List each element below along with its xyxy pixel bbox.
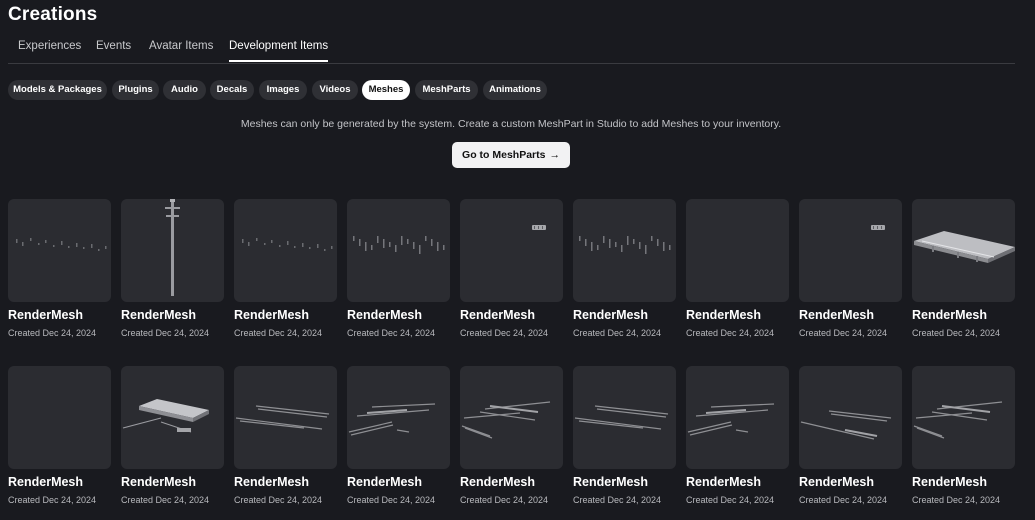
mesh-thumbnail [121,366,224,469]
mesh-created-date: Created Dec 24, 2024 [912,495,1001,505]
category-images[interactable]: Images [259,80,307,100]
mesh-created-date: Created Dec 24, 2024 [347,328,436,338]
mesh-name[interactable]: RenderMesh [799,475,902,489]
category-meshparts[interactable]: MeshParts [415,80,478,100]
meshes-notice: Meshes can only be generated by the syst… [240,118,782,130]
mesh-created-date: Created Dec 24, 2024 [8,328,97,338]
go-to-meshparts-label: Go to MeshParts [462,149,546,161]
mesh-card[interactable]: RenderMesh Created Dec 24, 2024 [8,199,111,338]
mesh-card[interactable]: RenderMesh Created Dec 24, 2024 [347,199,450,338]
category-meshes[interactable]: Meshes [362,80,410,100]
mesh-card[interactable]: RenderMesh Created Dec 24, 2024 [799,199,902,338]
mesh-created-date: Created Dec 24, 2024 [573,495,662,505]
category-models-packages[interactable]: Models & Packages [8,80,107,100]
mesh-card[interactable]: RenderMesh Created Dec 24, 2024 [912,366,1015,505]
mesh-card[interactable]: RenderMesh Created Dec 24, 2024 [460,366,563,505]
mesh-name[interactable]: RenderMesh [912,308,1015,322]
mesh-thumbnail [573,366,676,469]
category-plugins[interactable]: Plugins [112,80,159,100]
mesh-created-date: Created Dec 24, 2024 [121,495,210,505]
mesh-thumbnail [460,199,563,302]
mesh-name[interactable]: RenderMesh [347,308,450,322]
mesh-name[interactable]: RenderMesh [686,475,789,489]
mesh-name[interactable]: RenderMesh [460,308,563,322]
category-audio[interactable]: Audio [163,80,206,100]
mesh-thumbnail [8,199,111,302]
mesh-thumbnail [347,199,450,302]
mesh-thumbnail [8,366,111,469]
mesh-card[interactable]: RenderMesh Created Dec 24, 2024 [121,199,224,338]
mesh-created-date: Created Dec 24, 2024 [686,328,775,338]
mesh-card[interactable]: RenderMesh Created Dec 24, 2024 [234,366,337,505]
mesh-card[interactable]: RenderMesh Created Dec 24, 2024 [573,199,676,338]
tab-avatar-items[interactable]: Avatar Items [149,40,213,60]
mesh-name[interactable]: RenderMesh [121,475,224,489]
mesh-card[interactable]: RenderMesh Created Dec 24, 2024 [686,366,789,505]
mesh-thumbnail [912,199,1015,302]
mesh-card[interactable]: RenderMesh Created Dec 24, 2024 [460,199,563,338]
tab-experiences[interactable]: Experiences [18,40,81,60]
mesh-name[interactable]: RenderMesh [460,475,563,489]
mesh-card[interactable]: RenderMesh Created Dec 24, 2024 [8,366,111,505]
category-decals[interactable]: Decals [210,80,254,100]
mesh-card[interactable]: RenderMesh Created Dec 24, 2024 [121,366,224,505]
mesh-name[interactable]: RenderMesh [799,308,902,322]
mesh-created-date: Created Dec 24, 2024 [912,328,1001,338]
mesh-created-date: Created Dec 24, 2024 [460,495,549,505]
mesh-thumbnail [121,199,224,302]
mesh-thumbnail [799,366,902,469]
mesh-created-date: Created Dec 24, 2024 [234,328,323,338]
category-videos[interactable]: Videos [312,80,358,100]
mesh-name[interactable]: RenderMesh [121,308,224,322]
mesh-created-date: Created Dec 24, 2024 [799,495,888,505]
mesh-thumbnail [799,199,902,302]
mesh-thumbnail [686,366,789,469]
mesh-created-date: Created Dec 24, 2024 [573,328,662,338]
mesh-created-date: Created Dec 24, 2024 [121,328,210,338]
mesh-created-date: Created Dec 24, 2024 [460,328,549,338]
mesh-card[interactable]: RenderMesh Created Dec 24, 2024 [686,199,789,338]
mesh-name[interactable]: RenderMesh [8,308,111,322]
mesh-card[interactable]: RenderMesh Created Dec 24, 2024 [573,366,676,505]
mesh-card[interactable]: RenderMesh Created Dec 24, 2024 [347,366,450,505]
page-title: Creations [8,4,98,25]
mesh-thumbnail [686,199,789,302]
mesh-name[interactable]: RenderMesh [912,475,1015,489]
mesh-created-date: Created Dec 24, 2024 [347,495,436,505]
mesh-created-date: Created Dec 24, 2024 [8,495,97,505]
mesh-thumbnail [573,199,676,302]
mesh-created-date: Created Dec 24, 2024 [234,495,323,505]
mesh-name[interactable]: RenderMesh [347,475,450,489]
mesh-thumbnail [234,199,337,302]
mesh-card[interactable]: RenderMesh Created Dec 24, 2024 [234,199,337,338]
tab-bar: Experiences Events Avatar Items Developm… [8,35,1015,64]
category-animations[interactable]: Animations [483,80,547,100]
mesh-card[interactable]: RenderMesh Created Dec 24, 2024 [912,199,1015,338]
tab-events[interactable]: Events [96,40,131,60]
mesh-thumbnail [912,366,1015,469]
mesh-name[interactable]: RenderMesh [234,475,337,489]
mesh-created-date: Created Dec 24, 2024 [799,328,888,338]
mesh-created-date: Created Dec 24, 2024 [686,495,775,505]
mesh-name[interactable]: RenderMesh [573,308,676,322]
mesh-thumbnail [460,366,563,469]
mesh-name[interactable]: RenderMesh [234,308,337,322]
tab-development-items[interactable]: Development Items [229,40,329,62]
arrow-right-icon: → [549,149,560,161]
mesh-name[interactable]: RenderMesh [686,308,789,322]
mesh-name[interactable]: RenderMesh [8,475,111,489]
mesh-name[interactable]: RenderMesh [573,475,676,489]
mesh-thumbnail [234,366,337,469]
mesh-card[interactable]: RenderMesh Created Dec 24, 2024 [799,366,902,505]
go-to-meshparts-button[interactable]: Go to MeshParts → [452,142,570,168]
mesh-thumbnail [347,366,450,469]
